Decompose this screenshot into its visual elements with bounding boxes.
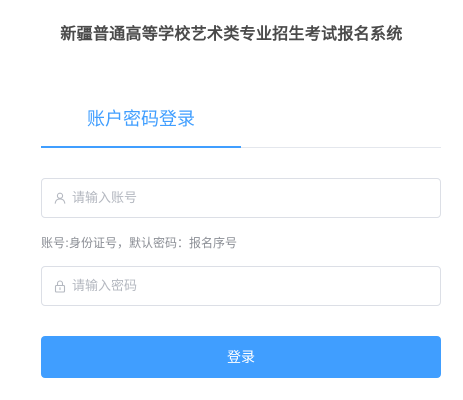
login-button[interactable]: 登录 xyxy=(41,336,441,378)
username-input[interactable] xyxy=(72,180,440,216)
user-icon xyxy=(42,179,72,217)
username-field[interactable] xyxy=(41,178,441,218)
page-title: 新疆普通高等学校艺术类专业招生考试报名系统 xyxy=(60,24,403,43)
login-page: 新疆普通高等学校艺术类专业招生考试报名系统 账户密码登录 账号:身份证号，默认密… xyxy=(0,0,463,400)
password-field[interactable] xyxy=(41,266,441,306)
tab-account-password[interactable]: 账户密码登录 xyxy=(41,104,241,148)
password-input[interactable] xyxy=(72,268,440,304)
active-tab-indicator xyxy=(41,146,241,148)
lock-icon xyxy=(42,267,72,305)
account-hint-text: 账号:身份证号，默认密码：报名序号 xyxy=(41,236,238,250)
login-tabs: 账户密码登录 xyxy=(41,104,441,148)
